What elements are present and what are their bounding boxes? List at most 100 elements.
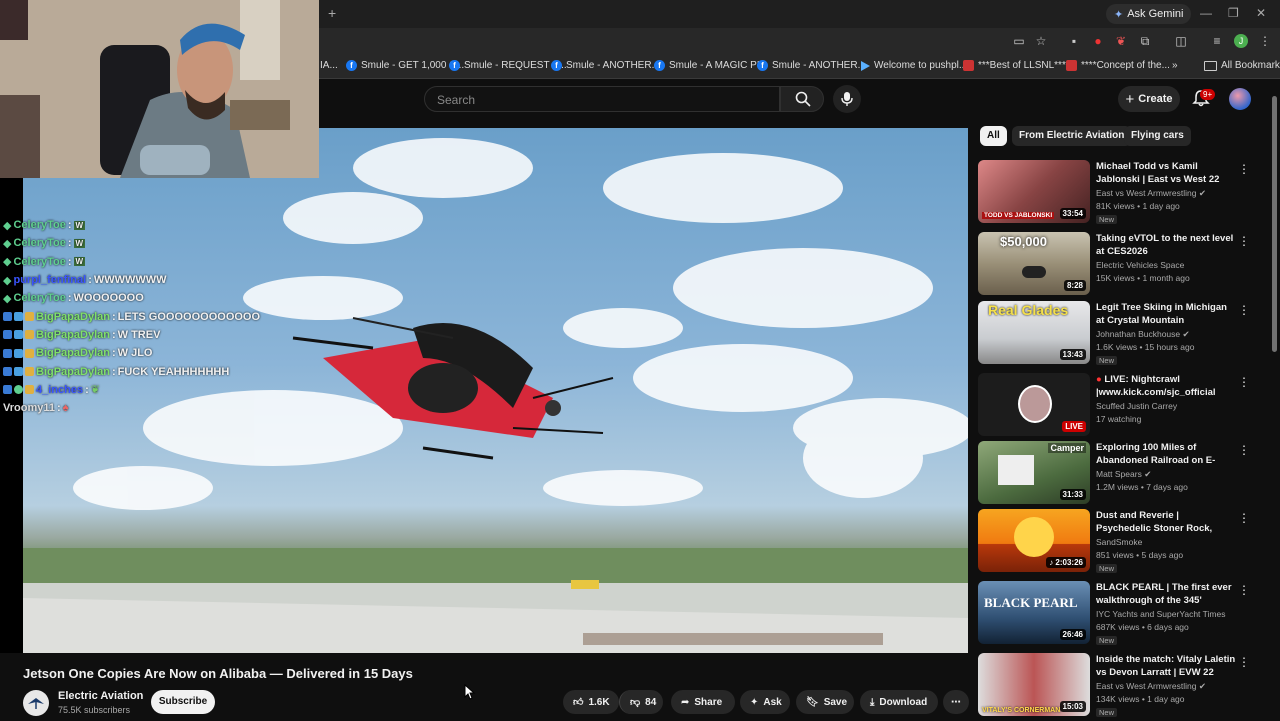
chat-message: ◆ purpl_fenfinal : WWWWWWW bbox=[3, 274, 167, 287]
channel-name[interactable]: East vs West Armwrestling ✔ bbox=[1096, 681, 1206, 692]
more-options-icon[interactable]: ⋮ bbox=[1238, 234, 1250, 248]
close-icon[interactable]: ✕ bbox=[1256, 6, 1266, 20]
channel-name[interactable]: Matt Spears ✔ bbox=[1096, 469, 1151, 480]
sidepanel-icon[interactable]: ◫ bbox=[1174, 34, 1188, 48]
new-tab-button[interactable]: + bbox=[328, 5, 336, 21]
bookmark-item[interactable]: ***Best of LLSNL***... bbox=[963, 60, 1074, 71]
more-bookmarks-icon[interactable]: » bbox=[1172, 60, 1178, 71]
video-thumbnail[interactable]: BLACK PEARL 26:46 bbox=[978, 581, 1090, 644]
profile-avatar-icon[interactable]: J bbox=[1234, 34, 1248, 48]
video-thumbnail[interactable]: $50,000 8:28 bbox=[978, 232, 1090, 295]
recommended-video[interactable]: ♪ 2:03:26 Dust and Reverie | Psychedelic… bbox=[978, 509, 1268, 573]
recommended-video[interactable]: LIVE ● LIVE: Nightcrawl |www.kick.com/sj… bbox=[978, 373, 1268, 437]
bookmark-star-icon[interactable]: ☆ bbox=[1034, 34, 1048, 48]
channel-name[interactable]: SandSmoke bbox=[1096, 537, 1142, 547]
bookmark-item[interactable]: f Smule - ANOTHER... bbox=[757, 60, 866, 71]
bookmark-item[interactable]: ****Concept of the... bbox=[1066, 60, 1170, 71]
video-title[interactable]: Dust and Reverie | Psychedelic Stoner Ro… bbox=[1096, 509, 1236, 535]
search-input[interactable]: Search bbox=[424, 86, 780, 112]
new-badge: New bbox=[1096, 215, 1118, 224]
create-button[interactable]: + Create bbox=[1118, 86, 1180, 112]
more-options-icon[interactable]: ⋮ bbox=[1238, 511, 1250, 525]
recommended-video[interactable]: $50,000 8:28 Taking eVTOL to the next le… bbox=[978, 232, 1268, 296]
recommended-video[interactable]: BLACK PEARL 26:46 BLACK PEARL | The firs… bbox=[978, 581, 1268, 645]
more-options-icon[interactable]: ⋮ bbox=[1238, 162, 1250, 176]
recommended-video[interactable]: TODD VS JABLONSKI 33:54 Michael Todd vs … bbox=[978, 160, 1268, 224]
all-bookmarks-folder[interactable]: All Bookmarks bbox=[1204, 60, 1280, 71]
sidebar-scrollbar[interactable] bbox=[1272, 96, 1277, 352]
video-thumbnail[interactable]: Camper 31:33 bbox=[978, 441, 1090, 504]
voice-search-button[interactable] bbox=[833, 85, 861, 113]
channel-name[interactable]: East vs West Armwrestling ✔ bbox=[1096, 188, 1206, 199]
search-button[interactable] bbox=[780, 86, 824, 112]
extension-flame-icon[interactable]: ❦ bbox=[1114, 34, 1128, 48]
extension-k-icon[interactable]: ▪ bbox=[1067, 34, 1081, 48]
duration-badge: 33:54 bbox=[1059, 208, 1086, 219]
video-thumbnail[interactable]: VITALY'S CORNERMAN 15:03 bbox=[978, 653, 1090, 716]
video-thumbnail[interactable]: ♪ 2:03:26 bbox=[978, 509, 1090, 572]
more-actions-button[interactable]: ⋯ bbox=[943, 690, 969, 714]
duration-badge: 26:46 bbox=[1059, 629, 1086, 640]
video-title[interactable]: ● LIVE: Nightcrawl |www.kick.com/sjc_off… bbox=[1096, 373, 1236, 399]
video-title[interactable]: Michael Todd vs Kamil Jablonski | East v… bbox=[1096, 160, 1236, 186]
recommended-video[interactable]: Real Glades 13:43 Legit Tree Skiing in M… bbox=[978, 301, 1268, 365]
video-title[interactable]: Exploring 100 Miles of Abandoned Railroa… bbox=[1096, 441, 1236, 467]
more-options-icon[interactable]: ⋮ bbox=[1238, 303, 1250, 317]
recommended-video[interactable]: Camper 31:33 Exploring 100 Miles of Aban… bbox=[978, 441, 1268, 505]
webcam-scene bbox=[0, 0, 319, 178]
video-title[interactable]: Legit Tree Skiing in Michigan at Crystal… bbox=[1096, 301, 1236, 327]
channel-name[interactable]: Scuffed Justin Carrey bbox=[1096, 401, 1177, 411]
chip-flying-cars[interactable]: Flying cars bbox=[1124, 126, 1191, 146]
chip-from-channel[interactable]: From Electric Aviation bbox=[1012, 126, 1132, 146]
ask-gemini-button[interactable]: ✦ Ask Gemini bbox=[1106, 4, 1192, 24]
thumbs-up-icon: 👍︎ bbox=[573, 697, 584, 708]
share-button[interactable]: ➦ Share bbox=[671, 690, 735, 714]
bookmark-item[interactable]: f Smule - REQUEST A... bbox=[449, 60, 567, 71]
view-stats: 17 watching bbox=[1096, 414, 1142, 424]
browser-menu-icon[interactable]: ⋮ bbox=[1258, 34, 1272, 48]
channel-name[interactable]: IYC Yachts and SuperYacht Times bbox=[1096, 609, 1225, 619]
channel-avatar[interactable] bbox=[23, 690, 49, 716]
channel-name[interactable]: Electric Vehicles Space bbox=[1096, 260, 1184, 270]
extensions-puzzle-icon[interactable]: ⧉ bbox=[1138, 34, 1152, 48]
video-title[interactable]: Taking eVTOL to the next level at CES202… bbox=[1096, 232, 1236, 258]
facebook-icon: f bbox=[654, 60, 665, 71]
chat-badge-icon: ◆ bbox=[3, 292, 12, 305]
more-options-icon[interactable]: ⋮ bbox=[1238, 583, 1250, 597]
ask-button[interactable]: ✦ Ask bbox=[740, 690, 790, 714]
view-stats: 15K views • 1 month ago bbox=[1096, 273, 1190, 283]
video-thumbnail[interactable]: Real Glades 13:43 bbox=[978, 301, 1090, 364]
minimize-icon[interactable]: — bbox=[1200, 6, 1212, 20]
chip-all[interactable]: All bbox=[980, 126, 1007, 146]
chat-text: W bbox=[73, 220, 86, 230]
dislike-button[interactable]: 👎︎ 84 bbox=[619, 690, 663, 714]
bookmark-item[interactable]: f Smule - GET 1,000 S... bbox=[346, 60, 464, 71]
more-options-icon[interactable]: ⋮ bbox=[1238, 655, 1250, 669]
video-title[interactable]: Inside the match: Vitaly Laletin vs Devo… bbox=[1096, 653, 1236, 679]
save-button[interactable]: 🔖︎ Save bbox=[796, 690, 854, 714]
like-button[interactable]: 👍︎ 1.6K bbox=[563, 690, 619, 714]
cast-icon[interactable]: ▭ bbox=[1012, 34, 1026, 48]
channel-name[interactable]: Johnathan Buckhouse ✔ bbox=[1096, 329, 1190, 340]
bookmark-item[interactable]: Welcome to pushpl... bbox=[861, 60, 967, 71]
channel-name[interactable]: Electric Aviation bbox=[58, 690, 143, 702]
platform-badge-icon bbox=[3, 312, 12, 322]
extension-red-icon[interactable]: ● bbox=[1091, 34, 1105, 48]
subscribe-button[interactable]: Subscribe bbox=[151, 690, 215, 714]
video-thumbnail[interactable]: LIVE bbox=[978, 373, 1090, 436]
account-avatar[interactable] bbox=[1229, 88, 1251, 110]
restore-icon[interactable]: ❐ bbox=[1228, 6, 1239, 20]
chat-username: Vroomy11 bbox=[3, 402, 55, 415]
more-options-icon[interactable]: ⋮ bbox=[1238, 375, 1250, 389]
media-controls-icon[interactable]: ≡ bbox=[1210, 34, 1224, 48]
bookmark-item[interactable]: f Smule - A MAGIC PI... bbox=[654, 60, 768, 71]
video-title[interactable]: BLACK PEARL | The first ever walkthrough… bbox=[1096, 581, 1236, 607]
recommended-video[interactable]: VITALY'S CORNERMAN 15:03 Inside the matc… bbox=[978, 653, 1268, 717]
chat-message: Vroomy11 : ♠ bbox=[3, 402, 69, 415]
video-thumbnail[interactable]: TODD VS JABLONSKI 33:54 bbox=[978, 160, 1090, 223]
more-options-icon[interactable]: ⋮ bbox=[1238, 443, 1250, 457]
bookmark-item[interactable]: f Smule - ANOTHER... bbox=[551, 60, 660, 71]
download-button[interactable]: ⤓ Download bbox=[860, 690, 938, 714]
subscriber-count: 75.5K subscribers bbox=[58, 705, 131, 715]
bookmark-item[interactable]: IA... bbox=[320, 60, 338, 71]
